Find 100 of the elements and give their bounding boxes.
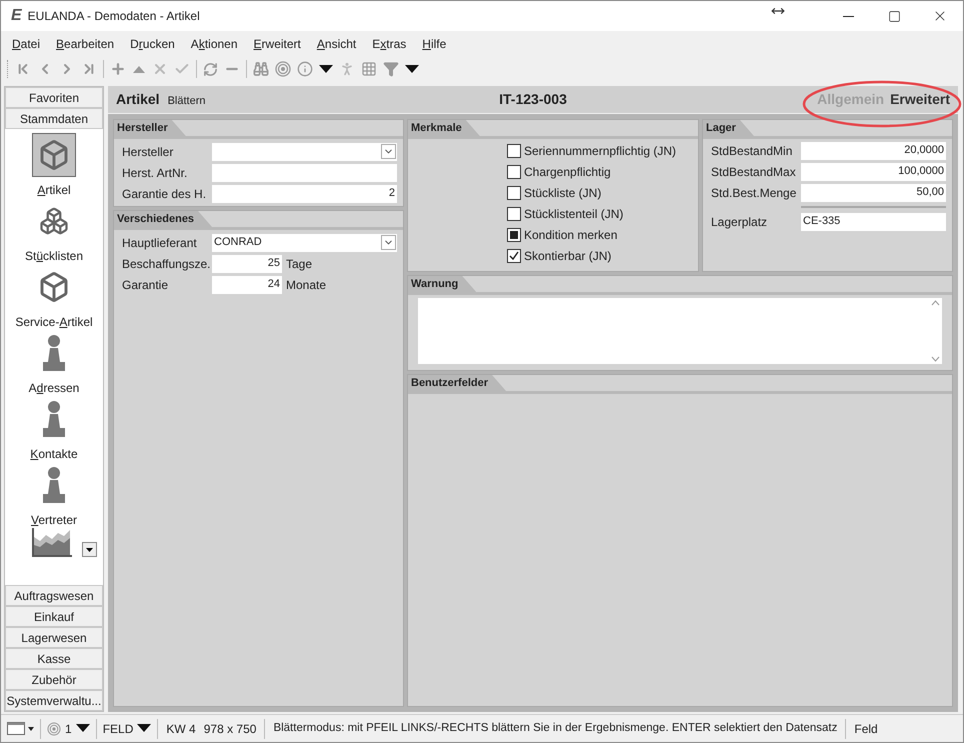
- unit-label: Monate: [286, 276, 326, 294]
- sidebar-item-label: Vertreter: [30, 512, 78, 529]
- field-label: Lagerplatz: [710, 214, 768, 230]
- sidebar-item[interactable]: Service-Artikel: [15, 265, 93, 331]
- field-label: Garantie des H.: [121, 186, 208, 202]
- caret-icon: [86, 548, 92, 552]
- dropdown-button[interactable]: [381, 144, 396, 159]
- sidebar-group-button[interactable]: Favoriten: [5, 87, 103, 108]
- sidebar-group-button[interactable]: Zubehör: [5, 669, 103, 690]
- refresh-icon[interactable]: [203, 62, 218, 76]
- pawn-icon: [40, 333, 67, 373]
- checkbox-label: Stücklistenteil (JN): [524, 206, 624, 222]
- input-field[interactable]: 24: [212, 276, 282, 294]
- status-message: Blättermodus: mit PFEIL LINKS/-RECHTS blättern Sie in der Ergebnismenge. ENTER selektiert den Datensatz: [265, 718, 846, 738]
- menu-item[interactable]: Hilfe: [422, 35, 446, 53]
- scroll-up-icon[interactable]: [930, 300, 940, 306]
- add-icon[interactable]: [110, 61, 126, 77]
- checkbox[interactable]: [507, 186, 521, 200]
- caret-icon: [137, 724, 152, 733]
- menu-item[interactable]: Extras: [372, 35, 406, 53]
- binoculars-icon[interactable]: [253, 61, 269, 77]
- panel-title: Merkmale: [408, 120, 480, 136]
- field-label: Beschaffungsze.: [121, 256, 212, 272]
- checkbox[interactable]: [507, 164, 521, 178]
- sidebar-group-button[interactable]: Auftragswesen: [5, 585, 103, 606]
- dropdown-button[interactable]: [82, 542, 96, 557]
- window-size: 978 x 750: [204, 720, 256, 738]
- checkbox-label: Skontierbar (JN): [524, 248, 612, 264]
- panel-title: Lager: [703, 120, 754, 136]
- dropdown-arrow-icon: [405, 64, 419, 74]
- menu-item[interactable]: Drucken: [130, 35, 175, 53]
- week-label: KW 4: [166, 720, 196, 738]
- up-triangle-icon[interactable]: [132, 64, 146, 74]
- input-field[interactable]: 50,00: [801, 184, 946, 202]
- unit-label: Tage: [286, 256, 312, 272]
- menu-item[interactable]: Ansicht: [316, 35, 356, 53]
- field-label: StdBestandMax: [710, 164, 797, 180]
- target-icon[interactable]: [47, 722, 61, 736]
- sidebar-item-label: Stücklisten: [24, 248, 84, 265]
- sidebar-item[interactable]: Adressen: [28, 331, 80, 397]
- sidebar-group-button[interactable]: Stammdaten: [5, 108, 103, 129]
- checkbox[interactable]: [507, 206, 521, 220]
- menu-item[interactable]: Aktionen: [190, 35, 238, 53]
- panel-title: Hersteller: [114, 120, 186, 136]
- window-title: EULANDA - Demodaten - Artikel: [28, 8, 200, 25]
- pawn-icon: [41, 465, 67, 505]
- delete-icon[interactable]: [152, 61, 168, 77]
- combo-field[interactable]: CONRAD: [212, 234, 397, 252]
- sidebar-item[interactable]: Vertreter: [30, 463, 78, 529]
- sidebar-item-label: Artikel: [37, 182, 71, 199]
- field-label: Std.Best.Menge: [710, 184, 798, 202]
- field-mode[interactable]: FELD: [102, 720, 134, 738]
- checkbox[interactable]: [507, 228, 521, 242]
- info-icon[interactable]: [297, 61, 313, 77]
- page-number: 1: [65, 720, 72, 738]
- input-field[interactable]: CE-335: [801, 212, 946, 230]
- checkbox-label: Stückliste (JN): [524, 184, 602, 202]
- tab[interactable]: Erweitert: [890, 89, 950, 110]
- checkbox[interactable]: [507, 144, 521, 158]
- field-label: Hersteller: [121, 144, 174, 160]
- combo-field[interactable]: [212, 142, 397, 160]
- sidebar-group-button[interactable]: Systemverwaltu...: [5, 690, 103, 711]
- dropdown-button[interactable]: [381, 235, 396, 250]
- sidebar-item[interactable]: Kontakte: [30, 397, 78, 463]
- checkbox[interactable]: [507, 248, 521, 262]
- field-label: Garantie: [121, 276, 170, 294]
- menu-item[interactable]: Datei: [12, 35, 40, 53]
- target-icon[interactable]: [275, 61, 291, 77]
- dropdown-arrow-icon: [319, 64, 333, 74]
- sidebar-group-button[interactable]: Lagerwesen: [5, 627, 103, 648]
- cubes-icon: [38, 206, 69, 236]
- record-number: IT-123-003: [499, 90, 567, 109]
- sidebar-item-label: Service-Artikel: [15, 314, 93, 331]
- caret-icon: [76, 724, 90, 733]
- filter-icon[interactable]: [383, 61, 399, 77]
- grid-icon[interactable]: [361, 61, 377, 77]
- scroll-down-icon[interactable]: [930, 356, 940, 362]
- panel-title: Warnung: [408, 276, 476, 292]
- sidebar-item[interactable]: Stücklisten: [24, 199, 84, 265]
- mode-label: Blättern: [168, 94, 206, 109]
- sidebar-group-button[interactable]: Kasse: [5, 648, 103, 669]
- sidebar-item-label: Adressen: [28, 380, 80, 397]
- menu-item[interactable]: Bearbeiten: [56, 35, 114, 53]
- checkbox-label: Kondition merken: [524, 226, 618, 244]
- sidebar-group-button[interactable]: Einkauf: [5, 606, 103, 627]
- window-icon[interactable]: [7, 722, 25, 735]
- cube-icon: [38, 271, 70, 303]
- input-field[interactable]: 20,0000: [801, 142, 946, 160]
- menu-item[interactable]: Erweitert: [254, 35, 301, 53]
- field-label: StdBestandMin: [710, 142, 794, 160]
- app-logo: E: [11, 6, 22, 26]
- input-field[interactable]: 25: [212, 254, 282, 272]
- page-title: Artikel: [116, 90, 160, 109]
- cube-icon: [38, 139, 70, 171]
- input-field[interactable]: [212, 164, 397, 182]
- input-field[interactable]: 100,0000: [801, 162, 946, 180]
- person-icon[interactable]: [339, 61, 355, 77]
- chart-icon: [32, 527, 72, 557]
- input-field[interactable]: 2: [212, 184, 397, 202]
- caret-icon: [28, 726, 34, 730]
